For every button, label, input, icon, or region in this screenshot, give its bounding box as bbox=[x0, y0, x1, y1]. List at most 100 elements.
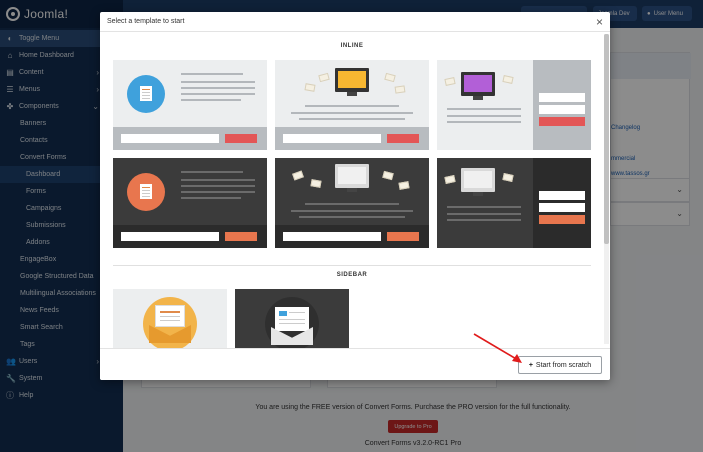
text-line bbox=[299, 216, 405, 218]
modal-title: Select a template to start bbox=[107, 18, 185, 25]
email-field bbox=[283, 232, 381, 241]
template-inline-2[interactable] bbox=[275, 60, 429, 150]
paper-icon bbox=[304, 83, 316, 92]
text-line bbox=[447, 213, 521, 215]
modal-scrollbar-thumb[interactable] bbox=[604, 34, 609, 244]
template-side-form bbox=[533, 158, 591, 248]
monitor-screen bbox=[464, 171, 492, 188]
paper-icon bbox=[398, 181, 410, 190]
template-sidebar-1[interactable] bbox=[113, 289, 227, 348]
paper-icon bbox=[318, 72, 330, 83]
monitor-screen bbox=[464, 75, 492, 92]
template-inline-1[interactable] bbox=[113, 60, 267, 150]
letter-icon bbox=[155, 305, 185, 327]
template-form-strip bbox=[113, 127, 267, 150]
document-icon bbox=[140, 86, 152, 101]
text-line bbox=[181, 81, 255, 83]
email-field bbox=[121, 232, 219, 241]
monitor-icon bbox=[335, 68, 369, 96]
paper-icon bbox=[384, 72, 396, 83]
annotation-arrow-line bbox=[473, 333, 519, 361]
section-divider bbox=[113, 265, 591, 266]
envelope-icon bbox=[149, 325, 191, 343]
paper-icon bbox=[382, 170, 394, 181]
text-line bbox=[447, 121, 521, 123]
submit-button bbox=[387, 134, 419, 143]
name-field bbox=[539, 93, 585, 102]
text-line bbox=[447, 206, 521, 208]
paper-icon bbox=[292, 170, 304, 181]
submit-button bbox=[539, 215, 585, 224]
letter-icon bbox=[275, 307, 309, 331]
template-circle bbox=[127, 75, 165, 113]
text-line bbox=[181, 179, 255, 181]
template-inline-5[interactable] bbox=[275, 158, 429, 248]
template-circle bbox=[143, 297, 197, 348]
text-line bbox=[291, 210, 413, 212]
submit-button bbox=[539, 117, 585, 126]
template-side-form bbox=[533, 60, 591, 150]
start-from-scratch-label: Start from scratch bbox=[535, 361, 592, 369]
template-modal: Select a template to start × INLINE SIDE… bbox=[100, 12, 610, 380]
template-form-strip bbox=[113, 225, 267, 248]
text-line bbox=[299, 118, 405, 120]
close-icon[interactable]: × bbox=[596, 15, 603, 29]
paper-icon bbox=[394, 85, 406, 94]
template-form-strip bbox=[275, 127, 429, 150]
template-inline-3[interactable] bbox=[437, 60, 591, 150]
email-field bbox=[121, 134, 219, 143]
template-inline-4[interactable] bbox=[113, 158, 267, 248]
text-line bbox=[447, 108, 521, 110]
paper-icon bbox=[502, 173, 514, 182]
paper-icon bbox=[444, 175, 456, 184]
modal-footer: + Start from scratch bbox=[100, 348, 610, 380]
annotation-arrow-head bbox=[512, 354, 522, 363]
letter-line bbox=[279, 323, 305, 324]
text-line bbox=[447, 219, 521, 221]
letter-image bbox=[279, 311, 287, 316]
letter-line bbox=[160, 316, 180, 317]
letter-line bbox=[279, 319, 305, 320]
text-line bbox=[181, 73, 243, 75]
name-field bbox=[539, 191, 585, 200]
monitor-screen bbox=[338, 167, 366, 184]
paper-icon bbox=[310, 179, 322, 188]
template-form-strip bbox=[275, 225, 429, 248]
letter-line bbox=[289, 312, 305, 313]
text-line bbox=[181, 191, 255, 193]
text-line bbox=[305, 203, 399, 205]
document-icon bbox=[140, 184, 152, 199]
email-field bbox=[539, 203, 585, 212]
paper-icon bbox=[502, 75, 514, 84]
text-line bbox=[291, 112, 413, 114]
template-inline-6[interactable] bbox=[437, 158, 591, 248]
submit-button bbox=[387, 232, 419, 241]
email-field bbox=[283, 134, 381, 143]
text-line bbox=[181, 87, 255, 89]
text-line bbox=[181, 171, 243, 173]
monitor-icon bbox=[461, 168, 495, 196]
text-line bbox=[181, 185, 255, 187]
monitor-screen bbox=[338, 71, 366, 88]
template-circle bbox=[265, 297, 319, 348]
start-from-scratch-button[interactable]: + Start from scratch bbox=[518, 356, 602, 374]
paper-icon bbox=[444, 77, 456, 86]
sidebar-heading: SIDEBAR bbox=[336, 272, 368, 278]
modal-scrollbar[interactable] bbox=[604, 34, 609, 344]
text-line bbox=[181, 99, 241, 101]
modal-body: INLINE SIDEBAR bbox=[100, 32, 610, 348]
letter-line bbox=[160, 311, 180, 313]
template-circle bbox=[127, 173, 165, 211]
submit-button bbox=[225, 232, 257, 241]
monitor-icon bbox=[335, 164, 369, 192]
text-line bbox=[447, 115, 521, 117]
modal-header: Select a template to start × bbox=[100, 12, 610, 32]
monitor-icon bbox=[461, 72, 495, 100]
letter-line bbox=[160, 320, 180, 321]
annotation-arrow bbox=[473, 333, 522, 363]
inline-heading: INLINE bbox=[340, 43, 364, 49]
text-line bbox=[305, 105, 399, 107]
submit-button bbox=[225, 134, 257, 143]
text-line bbox=[181, 197, 241, 199]
template-sidebar-2[interactable] bbox=[235, 289, 349, 348]
